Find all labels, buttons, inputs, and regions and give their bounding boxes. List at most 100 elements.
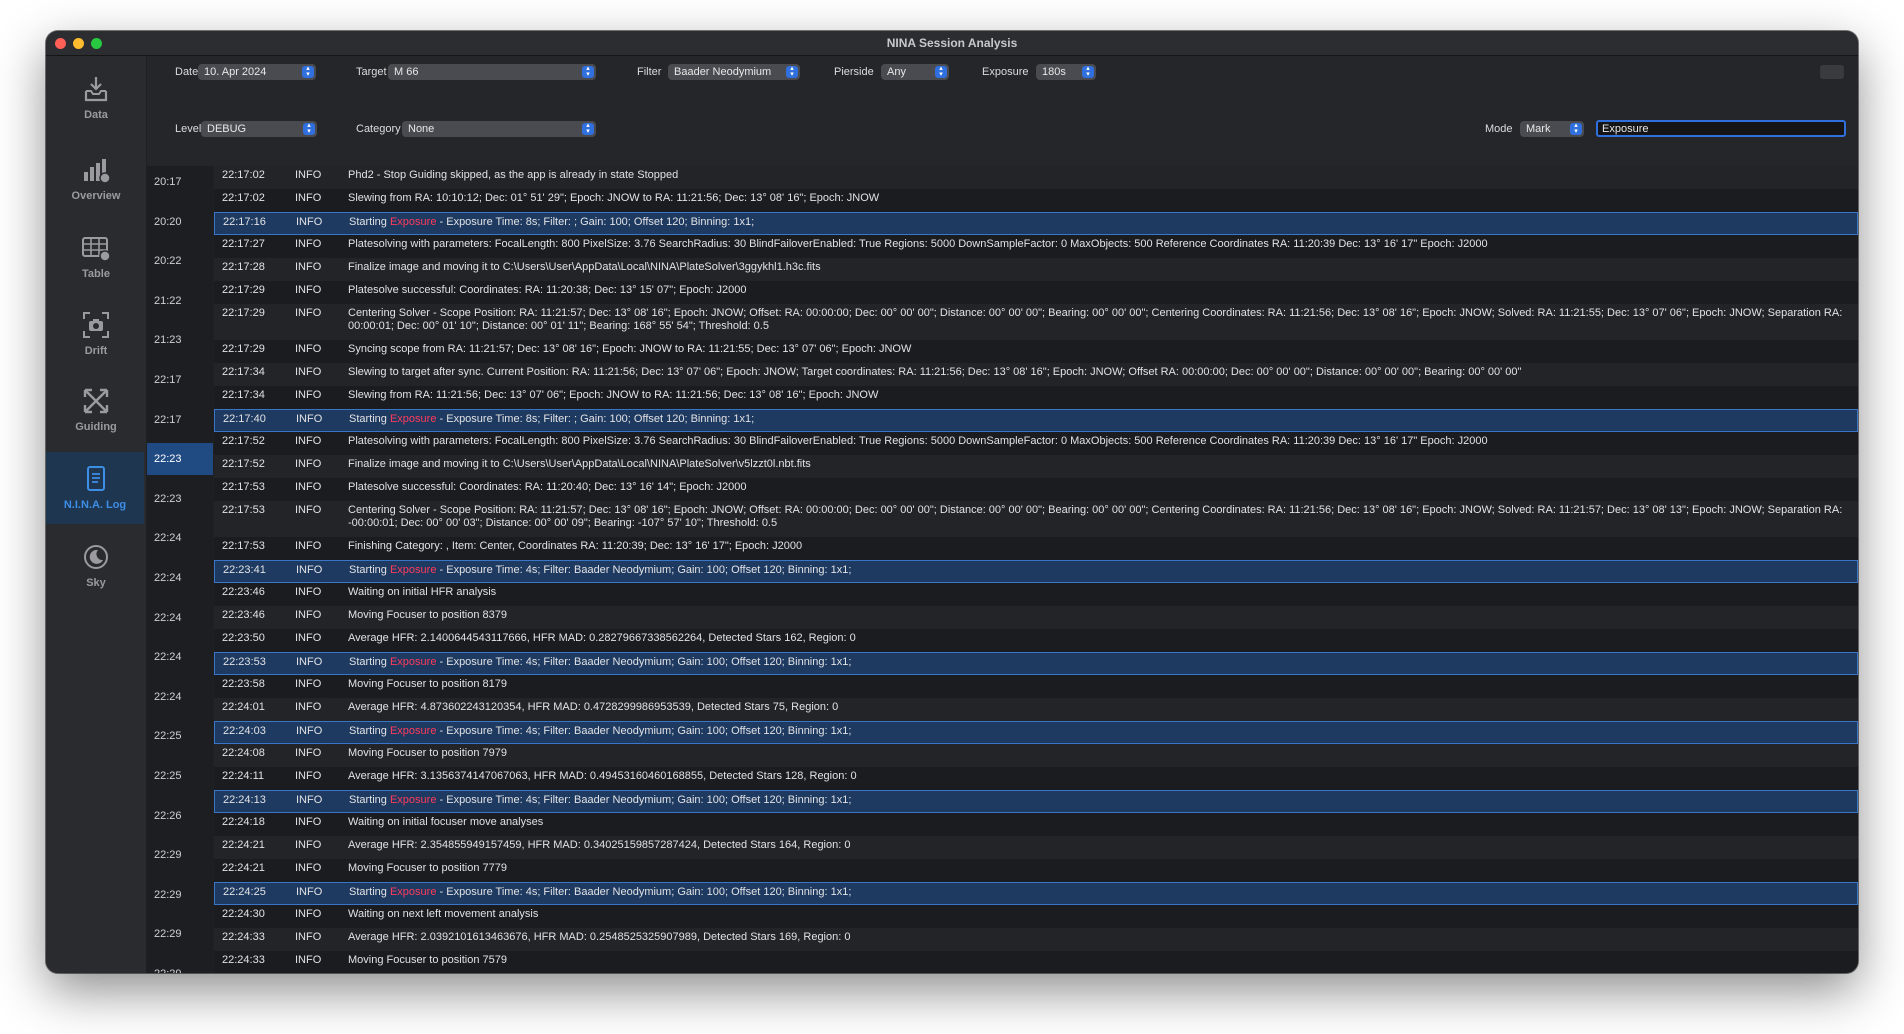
log-message: Slewing from RA: 10:10:12; Dec: 01° 51' … [348, 192, 880, 204]
log-row[interactable]: 22:24:30 INFO Waiting on next left movemen… [214, 905, 1858, 928]
log-row[interactable]: 22:24:03 INFO Starting Exposure - Exposure… [214, 721, 1858, 744]
log-level: INFO [295, 908, 322, 920]
search-input[interactable]: Exposure [1596, 120, 1846, 137]
timeline-tick[interactable]: 22:24 [147, 602, 213, 634]
log-level: INFO [295, 238, 322, 250]
log-message: Waiting on next left movement analysis [348, 908, 539, 920]
toggle-panel-button[interactable] [1820, 65, 1844, 79]
chevron-updown-icon: ▴ ▾ [582, 65, 594, 78]
sidebar-item-label: Overview [71, 190, 121, 202]
log-row[interactable]: 22:17:28 INFO Finalize image and moving it… [214, 258, 1858, 281]
mode-select[interactable]: Mark ▴ ▾ [1520, 121, 1584, 137]
sidebar-item-data[interactable]: Data [46, 62, 146, 134]
log-time: 22:17:53 [222, 504, 265, 516]
log-message: Moving Focuser to position 7979 [348, 747, 507, 759]
log-row[interactable]: 22:17:52 INFO Platesolving with parameters… [214, 432, 1858, 455]
log-row[interactable]: 22:24:33 INFO Moving Focuser to position 7… [214, 951, 1858, 973]
log-message: Slewing from RA: 11:21:56; Dec: 13° 07' … [348, 389, 879, 401]
log-row[interactable]: 22:17:53 INFO Centering Solver - Scope Pos… [214, 501, 1858, 537]
log-row[interactable]: 22:24:13 INFO Starting Exposure - Exposure… [214, 790, 1858, 813]
log-message: Moving Focuser to position 8379 [348, 609, 507, 621]
search-match: Exposure [389, 794, 437, 806]
timeline-tick[interactable]: 22:25 [147, 720, 213, 752]
log-level: INFO [295, 261, 322, 273]
log-row[interactable]: 22:17:27 INFO Platesolving with parameters… [214, 235, 1858, 258]
log-time: 22:17:40 [223, 413, 266, 425]
timeline-tick[interactable]: 21:22 [147, 285, 213, 317]
log-row[interactable]: 22:24:25 INFO Starting Exposure - Exposure… [214, 882, 1858, 905]
log-level: INFO [295, 192, 322, 204]
log-row[interactable]: 22:24:33 INFO Average HFR: 2.0392101613463… [214, 928, 1858, 951]
log-row[interactable]: 22:17:29 INFO Centering Solver - Scope Pos… [214, 304, 1858, 340]
sidebar-item-sky[interactable]: Sky [46, 530, 146, 602]
log-row[interactable]: 22:17:16 INFO Starting Exposure - Exposure… [214, 212, 1858, 235]
log-row[interactable]: 22:24:21 INFO Moving Focuser to position 7… [214, 859, 1858, 882]
timeline-tick[interactable]: 22:24 [147, 681, 213, 713]
log-row[interactable]: 22:23:58 INFO Moving Focuser to position 8… [214, 675, 1858, 698]
sidebar-item-label: N.I.N.A. Log [63, 499, 127, 511]
sidebar-item-nina-log[interactable]: N.I.N.A. Log [46, 452, 144, 524]
timeline-tick[interactable]: 20:17 [147, 166, 213, 198]
log-row[interactable]: 22:17:02 INFO Phd2 - Stop Guiding skipped,… [214, 166, 1858, 189]
timeline-tick[interactable]: 22:23 [147, 483, 213, 515]
timeline-tick[interactable]: 22:17 [147, 364, 213, 396]
sidebar-item-guiding[interactable]: Guiding [46, 374, 146, 446]
timeline-tick[interactable]: 20:22 [147, 245, 213, 277]
level-select[interactable]: DEBUG ▴ ▾ [201, 121, 317, 137]
log-row[interactable]: 22:17:29 INFO Syncing scope from RA: 11:21… [214, 340, 1858, 363]
timeline-tick[interactable]: 22:26 [147, 800, 213, 832]
exposure-select[interactable]: 180s ▴ ▾ [1036, 64, 1096, 80]
sidebar-item-label: Sky [86, 577, 106, 589]
log-time: 22:17:02 [222, 192, 265, 204]
log-row[interactable]: 22:23:46 INFO Moving Focuser to position 8… [214, 606, 1858, 629]
timeline-tick[interactable]: 22:17 [147, 404, 213, 436]
log-row[interactable]: 22:24:18 INFO Waiting on initial focuser m… [214, 813, 1858, 836]
timeline-tick[interactable]: 22:24 [147, 562, 213, 594]
filter-select[interactable]: Baader Neodymium ▴ ▾ [668, 64, 800, 80]
log-row[interactable]: 22:17:52 INFO Finalize image and moving it… [214, 455, 1858, 478]
title-bar: NINA Session Analysis [46, 31, 1858, 56]
sidebar-item-overview[interactable]: Overview [46, 143, 146, 215]
log-row[interactable]: 22:24:01 INFO Average HFR: 4.8736022431203… [214, 698, 1858, 721]
timeline-tick[interactable]: 21:23 [147, 324, 213, 356]
timeline-tick[interactable]: 22:24 [147, 522, 213, 554]
filter-bar: Date 10. Apr 2024 ▴ ▾ Target M 66 ▴ ▾ Filt… [147, 56, 1858, 166]
log-row[interactable]: 22:17:53 INFO Platesolve successful: Coord… [214, 478, 1858, 501]
log-row[interactable]: 22:17:34 INFO Slewing from RA: 11:21:56; D… [214, 386, 1858, 409]
log-row[interactable]: 22:24:08 INFO Moving Focuser to position 7… [214, 744, 1858, 767]
log-row[interactable]: 22:17:29 INFO Platesolve successful: Coord… [214, 281, 1858, 304]
timeline-tick[interactable]: 22:29 [147, 958, 213, 973]
log-time: 22:24:08 [222, 747, 265, 759]
timeline-tick[interactable]: 22:24 [147, 641, 213, 673]
log-message: Moving Focuser to position 7779 [348, 862, 507, 874]
log-level: INFO [295, 481, 322, 493]
timeline-tick[interactable]: 22:23 [147, 443, 213, 476]
log-row[interactable]: 22:17:40 INFO Starting Exposure - Exposure… [214, 409, 1858, 432]
log-level: INFO [295, 678, 322, 690]
timeline-tick[interactable]: 22:29 [147, 839, 213, 871]
search-match: Exposure [389, 216, 437, 228]
log-row[interactable]: 22:23:53 INFO Starting Exposure - Exposure… [214, 652, 1858, 675]
log-time: 22:23:58 [222, 678, 265, 690]
log-row[interactable]: 22:17:34 INFO Slewing to target after sync… [214, 363, 1858, 386]
pierside-select[interactable]: Any ▴ ▾ [881, 64, 949, 80]
chevron-updown-icon: ▴ ▾ [582, 122, 594, 135]
timeline-tick[interactable]: 22:29 [147, 918, 213, 950]
log-row[interactable]: 22:23:41 INFO Starting Exposure - Exposure… [214, 560, 1858, 583]
log-time: 22:24:30 [222, 908, 265, 920]
log-row[interactable]: 22:23:46 INFO Waiting on initial HFR analy… [214, 583, 1858, 606]
date-select[interactable]: 10. Apr 2024 ▴ ▾ [198, 64, 316, 80]
sidebar-item-drift[interactable]: Drift [46, 298, 146, 370]
log-row[interactable]: 22:17:53 INFO Finishing Category: , Item: … [214, 537, 1858, 560]
timeline-tick[interactable]: 20:20 [147, 206, 213, 238]
chevron-updown-icon: ▴ ▾ [1570, 122, 1582, 135]
timeline-tick[interactable]: 22:25 [147, 760, 213, 792]
log-row[interactable]: 22:17:02 INFO Slewing from RA: 10:10:12; D… [214, 189, 1858, 212]
timeline-tick[interactable]: 22:29 [147, 879, 213, 911]
log-row[interactable]: 22:23:50 INFO Average HFR: 2.1400644543117… [214, 629, 1858, 652]
log-row[interactable]: 22:24:21 INFO Average HFR: 2.3548559491574… [214, 836, 1858, 859]
target-select[interactable]: M 66 ▴ ▾ [388, 64, 596, 80]
log-row[interactable]: 22:24:11 INFO Average HFR: 3.1356374147067… [214, 767, 1858, 790]
sidebar-item-table[interactable]: Table [46, 221, 146, 293]
category-select[interactable]: None ▴ ▾ [402, 121, 596, 137]
